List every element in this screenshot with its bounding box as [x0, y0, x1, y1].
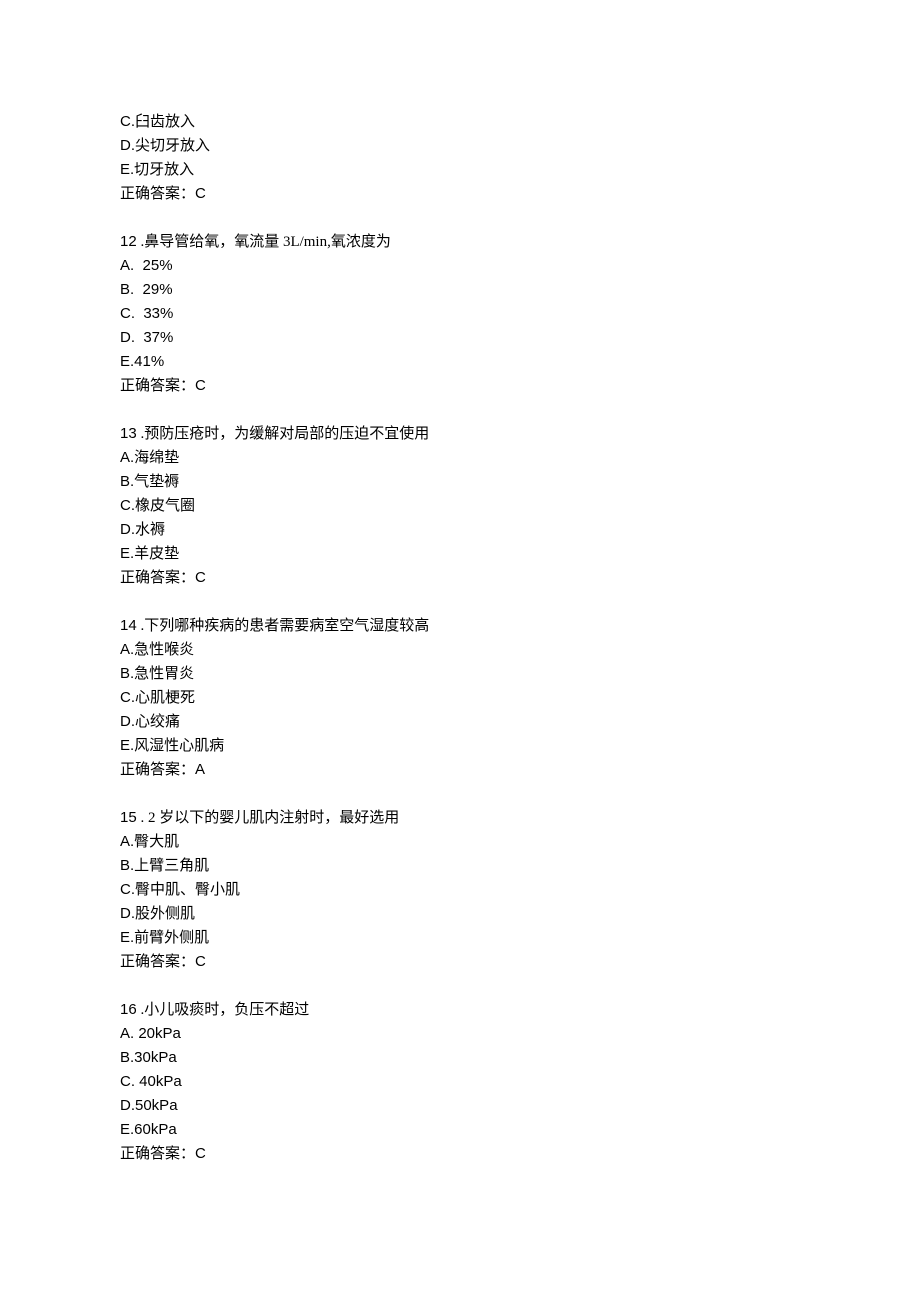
question-number: 16: [120, 1001, 137, 1018]
answer-line: 正确答案：C: [120, 1142, 800, 1166]
option-line: B.气垫褥: [120, 470, 800, 494]
option-text: D. 37%: [120, 329, 173, 346]
preamble-block: C.臼齿放入 D.尖切牙放入 E.切牙放入 正确答案：C: [120, 110, 800, 206]
answer-line: 正确答案：C: [120, 566, 800, 590]
option-text: D.心绞痛: [120, 713, 180, 730]
option-line: E.60kPa: [120, 1118, 800, 1142]
option-line: D.股外侧肌: [120, 902, 800, 926]
stem-text: .预防压疮时，为缓解对局部的压迫不宜使用: [137, 426, 430, 442]
answer-value: C: [195, 377, 206, 394]
option-line: D.尖切牙放入: [120, 134, 800, 158]
option-text: C.臼齿放入: [120, 113, 195, 130]
option-line: C.橡皮气圈: [120, 494, 800, 518]
option-line: E.切牙放入: [120, 158, 800, 182]
option-text: B.气垫褥: [120, 473, 179, 490]
option-text: A.海绵垫: [120, 449, 179, 466]
option-line: B.30kPa: [120, 1046, 800, 1070]
answer-label: 正确答案：: [120, 954, 195, 970]
question-13: 13 .预防压疮时，为缓解对局部的压迫不宜使用 A.海绵垫 B.气垫褥 C.橡皮…: [120, 422, 800, 590]
stem-text: . 2 岁以下的婴儿肌内注射时，最好选用: [137, 810, 400, 826]
stem-text: .下列哪种疾病的患者需要病室空气湿度较高: [137, 618, 430, 634]
option-text: B. 29%: [120, 281, 173, 298]
option-text: C. 33%: [120, 305, 173, 322]
option-line: E.前臂外侧肌: [120, 926, 800, 950]
answer-line: 正确答案：A: [120, 758, 800, 782]
option-line: D. 37%: [120, 326, 800, 350]
option-text: E.羊皮垫: [120, 545, 179, 562]
option-text: A.急性喉炎: [120, 641, 194, 658]
answer-label: 正确答案：: [120, 762, 195, 778]
option-line: E.41%: [120, 350, 800, 374]
answer-label: 正确答案：: [120, 378, 195, 394]
option-line: D.水褥: [120, 518, 800, 542]
stem-text: .鼻导管给氧，氧流量 3L/min,氧浓度为: [137, 234, 391, 250]
option-line: C.臀中肌、臀小肌: [120, 878, 800, 902]
answer-value: C: [195, 953, 206, 970]
answer-value: A: [195, 761, 205, 778]
option-text: B.急性胃炎: [120, 665, 194, 682]
option-line: A. 25%: [120, 254, 800, 278]
option-line: A. 20kPa: [120, 1022, 800, 1046]
answer-value: C: [195, 569, 206, 586]
question-number: 15: [120, 809, 137, 826]
question-number: 12: [120, 233, 137, 250]
option-line: A.急性喉炎: [120, 638, 800, 662]
option-line: C. 40kPa: [120, 1070, 800, 1094]
answer-line: 正确答案：C: [120, 950, 800, 974]
question-15: 15 . 2 岁以下的婴儿肌内注射时，最好选用 A.臀大肌 B.上臂三角肌 C.…: [120, 806, 800, 974]
question-stem: 14 .下列哪种疾病的患者需要病室空气湿度较高: [120, 614, 800, 638]
option-text: B.30kPa: [120, 1049, 177, 1066]
answer-line: 正确答案：C: [120, 374, 800, 398]
option-text: A.臀大肌: [120, 833, 179, 850]
question-stem: 12 .鼻导管给氧，氧流量 3L/min,氧浓度为: [120, 230, 800, 254]
option-text: E.41%: [120, 353, 164, 370]
question-12: 12 .鼻导管给氧，氧流量 3L/min,氧浓度为 A. 25% B. 29% …: [120, 230, 800, 398]
option-text: E.前臂外侧肌: [120, 929, 209, 946]
question-number: 13: [120, 425, 137, 442]
answer-line: 正确答案：C: [120, 182, 800, 206]
option-text: C. 40kPa: [120, 1073, 182, 1090]
option-line: B. 29%: [120, 278, 800, 302]
option-text: D.尖切牙放入: [120, 137, 210, 154]
option-line: E.羊皮垫: [120, 542, 800, 566]
option-text: E.60kPa: [120, 1121, 177, 1138]
stem-text: .小儿吸痰时，负压不超过: [137, 1002, 310, 1018]
option-text: A. 25%: [120, 257, 173, 274]
option-text: D.水褥: [120, 521, 165, 538]
option-text: C.心肌梗死: [120, 689, 195, 706]
option-line: C. 33%: [120, 302, 800, 326]
answer-label: 正确答案：: [120, 1146, 195, 1162]
option-text: E.风湿性心肌病: [120, 737, 224, 754]
option-line: A.臀大肌: [120, 830, 800, 854]
option-line: E.风湿性心肌病: [120, 734, 800, 758]
question-stem: 16 .小儿吸痰时，负压不超过: [120, 998, 800, 1022]
question-stem: 13 .预防压疮时，为缓解对局部的压迫不宜使用: [120, 422, 800, 446]
option-line: C.心肌梗死: [120, 686, 800, 710]
answer-value: C: [195, 1145, 206, 1162]
option-text: A. 20kPa: [120, 1025, 181, 1042]
document-page: C.臼齿放入 D.尖切牙放入 E.切牙放入 正确答案：C 12 .鼻导管给氧，氧…: [0, 0, 920, 1230]
option-line: B.急性胃炎: [120, 662, 800, 686]
answer-value: C: [195, 185, 206, 202]
option-text: D.股外侧肌: [120, 905, 195, 922]
question-number: 14: [120, 617, 137, 634]
option-line: C.臼齿放入: [120, 110, 800, 134]
option-text: C.橡皮气圈: [120, 497, 195, 514]
question-stem: 15 . 2 岁以下的婴儿肌内注射时，最好选用: [120, 806, 800, 830]
question-14: 14 .下列哪种疾病的患者需要病室空气湿度较高 A.急性喉炎 B.急性胃炎 C.…: [120, 614, 800, 782]
option-line: D.50kPa: [120, 1094, 800, 1118]
question-16: 16 .小儿吸痰时，负压不超过 A. 20kPa B.30kPa C. 40kP…: [120, 998, 800, 1166]
option-line: B.上臂三角肌: [120, 854, 800, 878]
option-line: D.心绞痛: [120, 710, 800, 734]
answer-label: 正确答案：: [120, 570, 195, 586]
answer-label: 正确答案：: [120, 186, 195, 202]
option-text: C.臀中肌、臀小肌: [120, 881, 240, 898]
option-text: E.切牙放入: [120, 161, 194, 178]
option-line: A.海绵垫: [120, 446, 800, 470]
option-text: B.上臂三角肌: [120, 857, 209, 874]
option-text: D.50kPa: [120, 1097, 178, 1114]
